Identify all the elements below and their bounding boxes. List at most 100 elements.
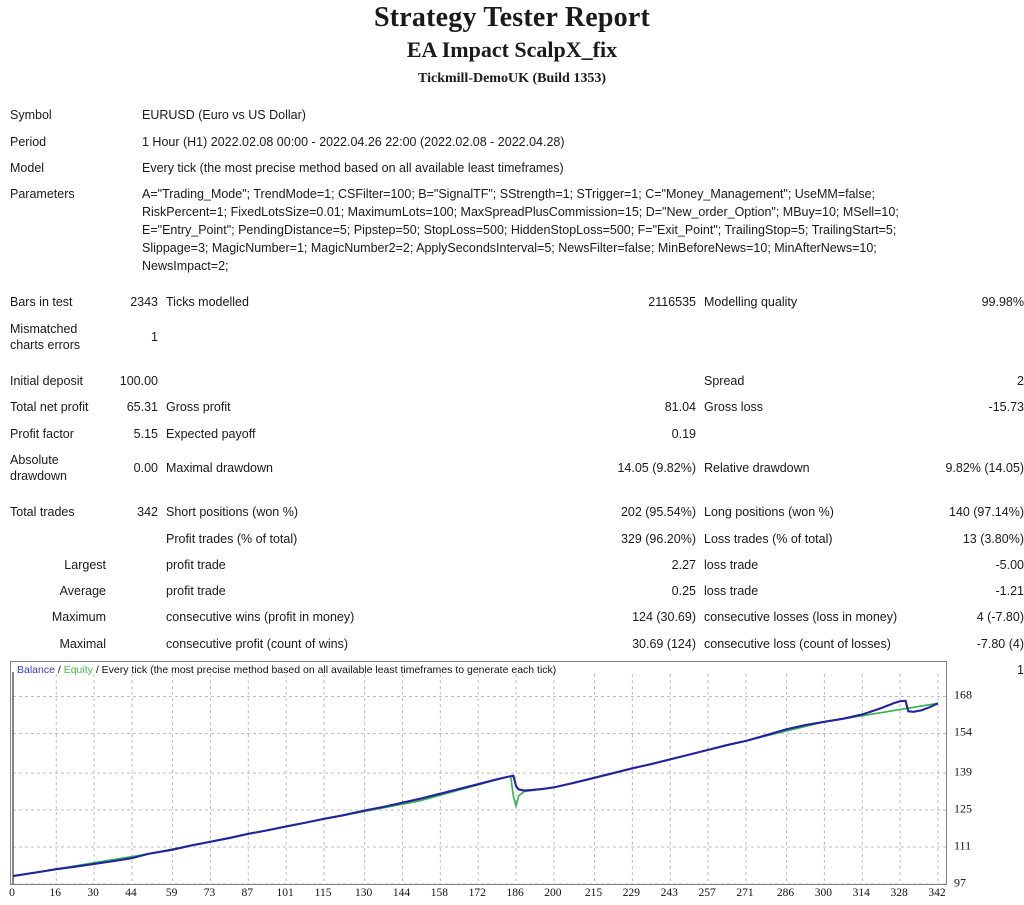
x-axis-tick-label: 30 [87, 887, 99, 899]
average-label: Average [59, 584, 106, 599]
info-row-period: Period 1 Hour (H1) 2022.02.08 00:00 - 20… [10, 129, 1024, 155]
absolute-drawdown-value: 0.00 [133, 461, 158, 475]
average-loss-trade-value: -1.21 [995, 584, 1024, 599]
statistics-table: Bars in test 2343 Ticks modelled 2116535… [10, 289, 1024, 683]
x-axis-tick-label: 328 [890, 887, 908, 899]
y-axis-tick-label: 139 [954, 764, 972, 779]
x-axis-tick-label: 271 [736, 887, 754, 899]
period-value: 1 Hour (H1) 2022.02.08 00:00 - 2022.04.2… [142, 134, 565, 149]
y-axis-tick-label: 154 [954, 724, 972, 739]
long-positions-value: 140 (97.14%) [948, 505, 1024, 520]
table-row: Bars in test 2343 Ticks modelled 2116535… [10, 289, 1024, 315]
largest-loss-trade-value: -5.00 [995, 557, 1024, 572]
chart-legend: Balance / Equity / Every tick (the most … [17, 664, 556, 676]
chart-y-axis: 168 154 139 125 111 97 [954, 661, 1014, 890]
max-consecutive-losses-label: consecutive losses (loss in money) [704, 610, 898, 625]
modelling-quality-label: Modelling quality [704, 295, 798, 310]
symbol-value: EURUSD (Euro vs US Dollar) [142, 108, 306, 123]
short-positions-value: 202 (95.54%) [620, 505, 696, 520]
max-consecutive-wins-label: consecutive wins (profit in money) [166, 610, 355, 625]
row-spacer [10, 489, 1024, 499]
maximal-consecutive-loss-label: consecutive loss (count of losses) [704, 636, 891, 651]
x-axis-tick-label: 314 [852, 887, 870, 899]
bars-in-test-label: Bars in test [10, 295, 73, 310]
gross-loss-label: Gross loss [704, 400, 764, 415]
report-info-table: Symbol EURUSD (Euro vs US Dollar) Period… [10, 102, 1024, 279]
loss-trades-label: Loss trades (% of total) [704, 531, 833, 546]
symbol-label: Symbol [10, 108, 52, 123]
average-loss-trade-label: loss trade [704, 584, 759, 599]
profit-trades-value: 329 (96.20%) [620, 531, 696, 546]
max-consecutive-wins-value: 124 (30.69) [632, 610, 696, 625]
model-label: Model [10, 160, 45, 175]
x-axis-tick-label: 300 [814, 887, 833, 899]
chart-x-axis: 0 16 30 44 59 73 87 101 115 130 144 158 172 186 200 215… [9, 887, 950, 905]
gross-profit-value: 81.04 [664, 400, 696, 415]
y-axis-tick-label: 125 [954, 801, 972, 816]
y-axis-tick-label: 111 [954, 838, 972, 853]
x-axis-tick-label: 59 [165, 887, 178, 899]
modelling-quality-value: 99.98% [981, 295, 1024, 310]
table-row: Total net profit 65.31 Gross profit 81.0… [10, 394, 1024, 420]
largest-profit-trade-value: 2.27 [671, 557, 696, 572]
parameters-line: E="Entry_Point"; PendingDistance=5; Pips… [142, 223, 897, 237]
profit-factor-value: 5.15 [133, 426, 158, 441]
balance-equity-chart: Balance / Equity / Every tick (the most … [9, 661, 1014, 899]
period-label: Period [10, 134, 47, 149]
x-axis-tick-label: 144 [392, 887, 411, 899]
x-axis-tick-label: 172 [468, 887, 486, 899]
table-row: Maximal consecutive profit (count of win… [10, 631, 1024, 657]
table-row: Profit factor 5.15 Expected payoff 0.19 [10, 421, 1024, 447]
largest-label: Largest [64, 557, 106, 572]
x-axis-tick-label: 73 [203, 887, 216, 899]
y-axis-tick-label: 97 [954, 875, 966, 890]
largest-loss-trade-label: loss trade [704, 557, 759, 572]
gross-loss-value: -15.73 [988, 400, 1024, 415]
max-consecutive-losses-value: 4 (-7.80) [976, 610, 1024, 625]
statistics-section: Bars in test 2343 Ticks modelled 2116535… [0, 289, 1024, 683]
table-row: Mismatched charts errors 1 [10, 316, 1024, 359]
x-axis-tick-label: 257 [698, 887, 716, 899]
expected-payoff-value: 0.19 [671, 426, 696, 441]
chart-plot-area: Balance / Equity / Every tick (the most … [10, 661, 947, 885]
parameters-line: A="Trading_Mode"; TrendMode=1; CSFilter=… [142, 186, 876, 201]
short-positions-label: Short positions (won %) [166, 505, 299, 520]
ticks-modelled-value: 2116535 [648, 295, 696, 310]
chart-canvas [12, 672, 946, 884]
info-row-symbol: Symbol EURUSD (Euro vs US Dollar) [10, 102, 1024, 128]
total-net-profit-label: Total net profit [10, 400, 89, 415]
x-axis-tick-label: 0 [9, 887, 15, 899]
maximal-consecutive-profit-value: 30.69 (124) [632, 636, 696, 651]
spread-value: 2 [1017, 374, 1024, 389]
parameters-line: NewsImpact=2; [142, 259, 229, 274]
x-axis-tick-label: 229 [622, 887, 640, 899]
x-axis-tick-label: 16 [49, 887, 62, 899]
relative-drawdown-value: 9.82% (14.05) [945, 461, 1024, 475]
mismatched-charts-errors-value: 1 [151, 329, 158, 344]
legend-equity-label: Equity [63, 664, 93, 676]
spread-label: Spread [704, 374, 745, 389]
table-row: Profit trades (% of total) 329 (96.20%) … [10, 526, 1024, 552]
maximum-label: Maximum [51, 610, 106, 625]
table-row: Absolute drawdown 0.00 Maximal drawdown … [10, 447, 1024, 490]
legend-model-text: / Every tick (the most precise method ba… [92, 664, 557, 676]
ea-name-title: EA Impact ScalpX_fix [406, 37, 618, 63]
page-title: Strategy Tester Report [373, 2, 651, 33]
maximal-drawdown-label: Maximal drawdown [166, 461, 273, 475]
long-positions-label: Long positions (won %) [704, 505, 834, 520]
absolute-drawdown-label: Absolute drawdown [10, 452, 67, 484]
table-row: Initial deposit 100.00 Spread 2 [10, 368, 1024, 394]
largest-profit-trade-label: profit trade [166, 557, 226, 572]
x-axis-tick-label: 243 [660, 887, 678, 899]
x-axis-tick-label: 286 [776, 887, 795, 899]
table-row: Largest profit trade 2.27 loss trade -5.… [10, 552, 1024, 578]
average-profit-trade-value: 0.25 [671, 584, 696, 599]
total-trades-value: 342 [137, 505, 158, 520]
x-axis-tick-label: 158 [430, 887, 448, 899]
table-row: Average profit trade 0.25 loss trade -1.… [10, 578, 1024, 604]
mismatched-charts-errors-label: Mismatched charts errors [10, 321, 81, 352]
initial-deposit-value: 100.00 [119, 374, 158, 389]
maximal-label: Maximal [59, 636, 106, 651]
average-profit-trade-label: profit trade [166, 584, 226, 599]
broker-build-line: Tickmill-DemoUK (Build 1353) [418, 70, 606, 86]
